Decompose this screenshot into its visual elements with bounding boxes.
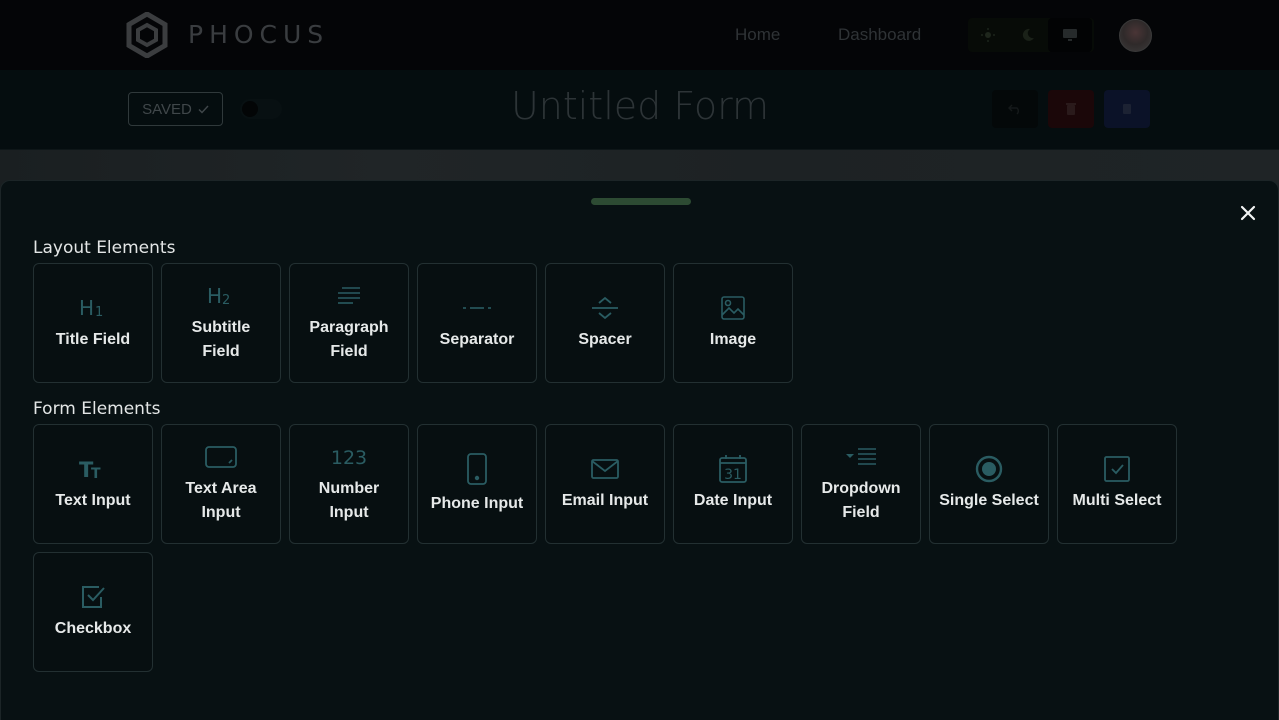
calendar-icon: 31 <box>718 455 748 483</box>
saved-status-button[interactable]: SAVED <box>128 92 223 126</box>
card-label: Text Area Input <box>185 480 257 521</box>
card-label: Email Input <box>561 492 649 509</box>
card-label: Subtitle Field <box>191 319 251 360</box>
nav-home-link[interactable]: Home <box>735 25 780 45</box>
multi-check-icon <box>1102 455 1132 483</box>
check-icon <box>198 105 209 114</box>
svg-text:H: H <box>207 286 222 306</box>
element-card-image[interactable]: Image <box>673 263 793 383</box>
sun-icon <box>981 28 995 42</box>
element-card-separator[interactable]: Separator <box>417 263 537 383</box>
theme-light-button[interactable] <box>968 18 1008 52</box>
close-drawer-button[interactable] <box>1237 202 1259 224</box>
user-avatar[interactable] <box>1119 19 1152 52</box>
element-card-dropdown-field[interactable]: Dropdown Field <box>801 424 921 544</box>
undo-button[interactable] <box>992 90 1038 128</box>
element-card-checkbox[interactable]: Checkbox <box>33 552 153 672</box>
card-label: Checkbox <box>54 620 132 637</box>
element-card-multi-select[interactable]: Multi Select <box>1057 424 1177 544</box>
element-card-text-area-input[interactable]: Text Area Input <box>161 424 281 544</box>
separator-icon <box>462 294 492 322</box>
element-card-text-input[interactable]: TT Text Input <box>33 424 153 544</box>
spacer-icon <box>590 294 620 322</box>
number-icon: 123 <box>329 443 369 471</box>
h1-icon: H1 <box>79 294 107 322</box>
close-icon <box>1240 205 1256 221</box>
nav-dashboard-link[interactable]: Dashboard <box>838 25 921 45</box>
form-title[interactable]: Untitled Form <box>440 84 840 128</box>
element-card-phone-input[interactable]: Phone Input <box>417 424 537 544</box>
elements-drawer: Layout Elements H1 Title Field H2 Subtit… <box>0 180 1279 720</box>
element-card-spacer[interactable]: Spacer <box>545 263 665 383</box>
toggle-knob <box>242 101 258 117</box>
logo-icon[interactable] <box>126 12 168 58</box>
moon-icon <box>1022 28 1034 41</box>
drawer-drag-handle[interactable] <box>591 198 691 205</box>
section-title-form: Form Elements <box>33 399 161 419</box>
card-label: Title Field <box>55 331 131 348</box>
svg-text:31: 31 <box>724 467 742 483</box>
card-label: Separator <box>439 331 515 348</box>
email-icon <box>590 455 620 483</box>
image-icon <box>720 294 746 322</box>
card-label: Multi Select <box>1072 492 1162 509</box>
text-icon: TT <box>79 455 107 483</box>
element-card-date-input[interactable]: 31 Date Input <box>673 424 793 544</box>
card-label: Number Input <box>318 480 380 521</box>
element-card-subtitle-field[interactable]: H2 Subtitle Field <box>161 263 281 383</box>
card-label: Phone Input <box>430 495 524 512</box>
preview-toggle[interactable] <box>240 99 282 119</box>
card-label: Image <box>709 331 757 348</box>
card-label: Paragraph Field <box>309 319 389 360</box>
monitor-icon <box>1063 29 1077 41</box>
svg-text:1: 1 <box>95 305 103 318</box>
element-card-email-input[interactable]: Email Input <box>545 424 665 544</box>
textarea-icon <box>204 443 238 471</box>
checkbox-icon <box>79 583 107 611</box>
svg-text:123: 123 <box>331 447 367 469</box>
theme-switcher <box>968 18 1094 52</box>
trash-icon <box>1066 103 1076 115</box>
publish-button[interactable] <box>1104 90 1150 128</box>
card-label: Text Input <box>55 492 131 509</box>
delete-button[interactable] <box>1048 90 1094 128</box>
save-icon <box>1123 104 1131 114</box>
theme-dark-button[interactable] <box>1008 18 1048 52</box>
theme-system-button[interactable] <box>1048 18 1092 52</box>
brand-name: PHOCUS <box>188 20 330 49</box>
top-navbar: PHOCUS Home Dashboard <box>0 0 1279 70</box>
element-card-title-field[interactable]: H1 Title Field <box>33 263 153 383</box>
element-card-number-input[interactable]: 123 Number Input <box>289 424 409 544</box>
phone-icon <box>466 452 488 486</box>
svg-text:2: 2 <box>222 293 230 306</box>
saved-label: SAVED <box>142 100 192 118</box>
card-label: Date Input <box>693 492 773 509</box>
element-card-paragraph-field[interactable]: Paragraph Field <box>289 263 409 383</box>
card-label: Spacer <box>578 331 632 348</box>
card-label: Dropdown Field <box>821 480 901 521</box>
element-card-single-select[interactable]: Single Select <box>929 424 1049 544</box>
svg-text:T: T <box>91 466 101 480</box>
radio-icon <box>974 455 1004 483</box>
card-label: Single Select <box>939 492 1039 509</box>
section-title-layout: Layout Elements <box>33 238 176 258</box>
paragraph-icon <box>336 282 362 310</box>
h2-icon: H2 <box>207 282 235 310</box>
dropdown-icon <box>844 443 878 471</box>
undo-icon <box>1008 104 1019 115</box>
svg-text:H: H <box>79 298 94 318</box>
